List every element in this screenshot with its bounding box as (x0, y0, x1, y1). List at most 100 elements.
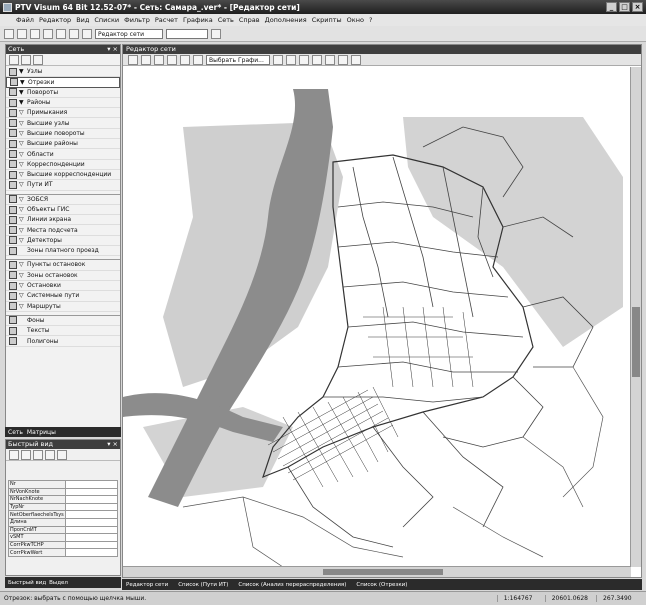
pan-icon[interactable] (338, 54, 348, 65)
menu-editor[interactable]: Редактор (39, 16, 71, 24)
menu-help[interactable]: ? (369, 16, 372, 24)
menu-network[interactable]: Сеть (218, 16, 234, 24)
view-combo[interactable]: Редактор сети (95, 28, 163, 39)
net-item-texts[interactable]: Тексты (6, 326, 120, 337)
network-map[interactable] (123, 67, 631, 567)
net-item-main-nodes[interactable]: ▽ Высшие узлы (6, 118, 120, 129)
menu-lists[interactable]: Списки (94, 16, 119, 24)
filter-icon[interactable]: ▽ (19, 206, 25, 213)
calc-icon[interactable] (69, 28, 79, 39)
info-icon[interactable] (82, 28, 92, 39)
net-item-zobsya[interactable]: ▽ ЗОБСЯ (6, 195, 120, 205)
filter-icon[interactable]: ▼ (20, 79, 26, 86)
qv-tool-icon[interactable] (57, 450, 67, 460)
net-item-prt-paths[interactable]: ▽ Пути ИТ (6, 180, 120, 191)
filter-icon[interactable]: ▽ (19, 282, 25, 289)
net-item-detectors[interactable]: ▽ Детекторы (6, 236, 120, 247)
map-vertical-scrollbar[interactable] (630, 67, 641, 567)
net-item-connectors[interactable]: ▽ Примыкания (6, 108, 120, 119)
zoom-all-icon[interactable] (325, 54, 335, 65)
new-icon[interactable] (4, 28, 14, 39)
rotate-icon[interactable] (351, 54, 361, 65)
filter-icon[interactable]: ▽ (19, 130, 25, 137)
scroll-thumb[interactable] (323, 569, 443, 575)
layout-combo[interactable] (166, 28, 208, 39)
tab-network-editor[interactable]: Редактор сети (126, 582, 168, 588)
save-icon[interactable] (30, 28, 40, 39)
net-item-zones[interactable]: ▼ Районы (6, 98, 120, 109)
panel-close-icon[interactable]: ▾ × (107, 45, 120, 54)
filter-icon[interactable]: ▽ (19, 237, 25, 244)
filter-icon[interactable]: ▼ (19, 89, 25, 96)
layers-icon[interactable] (286, 54, 296, 65)
net-item-stops[interactable]: ▽ Остановки (6, 281, 120, 292)
print-icon[interactable] (154, 54, 164, 65)
graphic-params-button[interactable]: Выбрать Графи... (206, 54, 270, 65)
filter-icon[interactable]: ▽ (19, 109, 25, 116)
tab-quick-view[interactable]: Быстрый вид (8, 580, 46, 586)
panel-close-icon[interactable]: ▾ × (107, 440, 120, 449)
measure-icon[interactable] (180, 54, 190, 65)
qv-tool-icon[interactable] (33, 450, 43, 460)
filter-icon[interactable]: ▽ (19, 196, 25, 203)
filter-icon[interactable] (19, 247, 25, 254)
net-item-nodes[interactable]: ▼ Узлы (6, 67, 120, 78)
filter-icon[interactable]: ▽ (19, 292, 25, 299)
menu-view[interactable]: Вид (76, 16, 89, 24)
menu-scripts[interactable]: Скрипты (312, 16, 342, 24)
zoom-in-icon[interactable] (299, 54, 309, 65)
tab-matrices[interactable]: Матрицы (27, 429, 56, 436)
filter-icon[interactable]: ▽ (19, 151, 25, 158)
net-item-stop-areas[interactable]: ▽ Зоны остановок (6, 271, 120, 281)
filter-icon[interactable]: ▽ (19, 140, 25, 147)
hand-icon[interactable] (128, 54, 138, 65)
zoom-out-icon[interactable] (312, 54, 322, 65)
scroll-thumb[interactable] (632, 307, 640, 377)
net-item-od-pairs[interactable]: ▽ Корреспонденции (6, 160, 120, 170)
net-item-main-turns[interactable]: ▽ Высшие повороты (6, 129, 120, 140)
filter-icon[interactable]: ▽ (19, 181, 25, 188)
grid-icon[interactable] (193, 54, 203, 65)
undo-icon[interactable] (43, 28, 53, 39)
minimize-button[interactable]: _ (606, 2, 617, 12)
qv-tool-icon[interactable] (21, 450, 31, 460)
select-icon[interactable] (21, 55, 31, 65)
filter-icon[interactable]: ▽ (19, 227, 25, 234)
redo-icon[interactable] (56, 28, 66, 39)
net-item-main-zones[interactable]: ▽ Высшие районы (6, 139, 120, 150)
net-item-polygons[interactable]: Полигоны (6, 336, 120, 347)
menu-reference[interactable]: Справ (239, 16, 260, 24)
net-item-backgrounds[interactable]: Фоны (6, 316, 120, 327)
filter-icon[interactable]: ▽ (19, 161, 25, 168)
net-item-turns[interactable]: ▼ Повороты (6, 88, 120, 98)
tab-selection[interactable]: Выдел (49, 580, 68, 586)
zoom-icon[interactable] (141, 54, 151, 65)
move-icon[interactable] (9, 55, 19, 65)
open-icon[interactable] (17, 28, 27, 39)
edit-icon[interactable] (33, 55, 43, 65)
tab-links-list[interactable]: Список (Отрезки) (356, 582, 407, 588)
tab-prt-paths-list[interactable]: Список (Пути ИТ) (178, 582, 228, 588)
menu-calculate[interactable]: Расчет (155, 16, 178, 24)
filter-icon[interactable]: ▽ (19, 303, 25, 310)
qv-tool-icon[interactable] (9, 450, 19, 460)
net-item-toll-zones[interactable]: Зоны платного проезд (6, 246, 120, 257)
maximize-button[interactable]: □ (619, 2, 630, 12)
filter-icon[interactable]: ▽ (19, 261, 25, 268)
net-item-territories[interactable]: ▽ Области (6, 149, 120, 160)
net-item-lines[interactable]: ▽ Маршруты (6, 302, 120, 312)
refresh-icon[interactable] (273, 54, 283, 65)
net-item-main-od-pairs[interactable]: ▽ Высшие корреспонденции (6, 170, 120, 181)
layout-icon[interactable] (211, 28, 221, 39)
filter-icon[interactable]: ▼ (19, 68, 25, 75)
filter-icon[interactable]: ▽ (19, 216, 25, 223)
zoom-window-icon[interactable] (167, 54, 177, 65)
menu-addons[interactable]: Дополнения (265, 16, 307, 24)
net-item-count-locations[interactable]: ▽ Места подсчета (6, 225, 120, 236)
net-item-stop-points[interactable]: ▽ Пункты остановок (6, 260, 120, 271)
filter-icon[interactable]: ▽ (19, 272, 25, 279)
qv-tool-icon[interactable] (45, 450, 55, 460)
net-item-system-routes[interactable]: ▽ Системные пути (6, 291, 120, 302)
menu-window[interactable]: Окно (347, 16, 364, 24)
filter-icon[interactable]: ▽ (19, 171, 25, 178)
